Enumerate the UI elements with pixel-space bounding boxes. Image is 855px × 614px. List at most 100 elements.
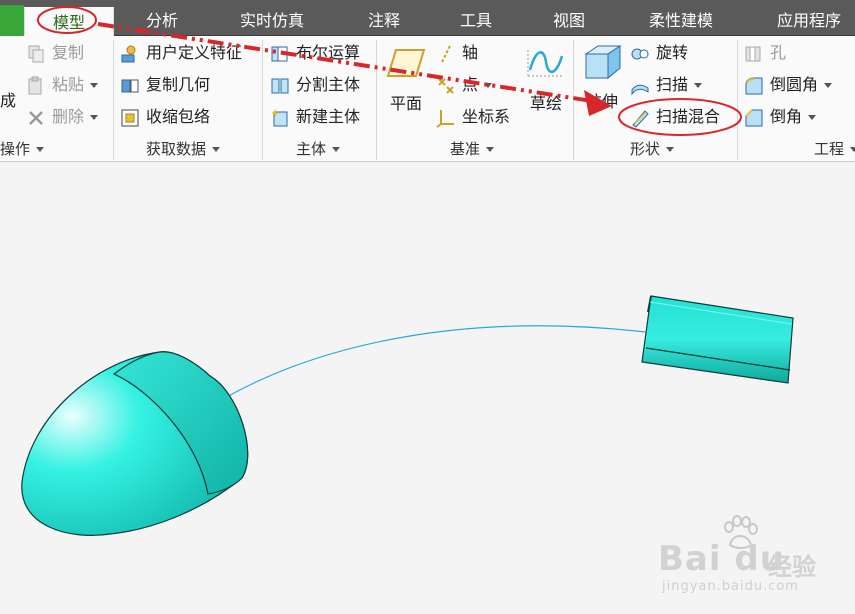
swept-blend-icon	[632, 109, 649, 128]
point-icon	[438, 77, 454, 94]
watermark-brand: Bai du	[658, 539, 785, 579]
tab-analysis[interactable]: 分析	[134, 7, 190, 36]
udf-icon	[121, 45, 136, 62]
get-data-group-label[interactable]: 获取数据	[146, 138, 221, 160]
get-data-group-dropdown-icon	[212, 147, 221, 152]
sweep-label: 扫描	[656, 75, 689, 94]
delete-icon	[29, 110, 43, 125]
delete-label: 删除	[52, 107, 85, 126]
group-divider	[737, 40, 738, 160]
delete-dropdown-icon[interactable]	[90, 115, 99, 120]
csys-icon	[436, 109, 454, 128]
boolean-operations-button[interactable]: 布尔运算	[270, 40, 360, 66]
shapes-group-label[interactable]: 形状	[630, 138, 675, 160]
sweep-dropdown-icon[interactable]	[694, 83, 703, 88]
shrinkwrap-label: 收缩包络	[146, 107, 211, 126]
chamfer-icon	[745, 108, 763, 126]
trajectory-curve[interactable]	[217, 325, 646, 403]
extrude-button[interactable]: 拉伸	[578, 42, 626, 112]
copy-geometry-label: 复制几何	[146, 75, 211, 94]
tab-view[interactable]: 视图	[541, 7, 597, 36]
menu-bar: 模型 分析 实时仿真 注释 工具 视图 柔性建模 应用程序	[0, 0, 855, 36]
copy-geometry-icon	[121, 79, 139, 92]
plane-icon	[386, 49, 426, 77]
point-label: 点	[462, 75, 479, 94]
hole-button[interactable]: 孔	[744, 40, 786, 66]
paste-icon	[28, 76, 42, 94]
tab-realtime-simulation[interactable]: 实时仿真	[226, 7, 318, 36]
partial-command-label[interactable]: 成	[0, 88, 16, 114]
baidu-watermark: Bai du 经验 jingyan.baidu.com	[640, 515, 840, 595]
body-group-dropdown-icon	[332, 147, 341, 152]
split-body-label: 分割主体	[296, 75, 361, 94]
watermark-url: jingyan.baidu.com	[662, 579, 799, 594]
nose-cone-body[interactable]	[21, 351, 249, 536]
chamfer-button[interactable]: 倒角	[744, 104, 817, 130]
round-dropdown-icon[interactable]	[824, 83, 833, 88]
new-body-icon	[271, 108, 288, 126]
datum-group-label[interactable]: 基准	[450, 138, 495, 160]
revolve-label: 旋转	[656, 43, 689, 62]
engineering-group-text: 工程	[814, 140, 845, 158]
udf-label: 用户定义特征	[146, 43, 243, 62]
get-data-group-text: 获取数据	[146, 140, 207, 158]
coordinate-system-button[interactable]: 坐标系	[436, 104, 510, 130]
operations-group-label[interactable]: 操作	[0, 138, 45, 160]
new-body-button[interactable]: 新建主体	[270, 104, 360, 130]
shapes-group-text: 形状	[630, 140, 661, 158]
hole-label: 孔	[770, 43, 787, 62]
section-tube[interactable]	[641, 295, 794, 384]
swept-blend-button[interactable]: 扫描混合	[630, 104, 720, 130]
revolve-button[interactable]: 旋转	[630, 40, 688, 66]
tab-flexible-modeling[interactable]: 柔性建模	[634, 7, 728, 36]
split-body-icon	[271, 78, 289, 93]
ribbon: 成 复制 粘贴 删除 操作 用户定义特征 复制几何 收缩包络 获取数据 布尔运算…	[0, 36, 855, 162]
chamfer-dropdown-icon[interactable]	[808, 115, 817, 120]
shrinkwrap-button[interactable]: 收缩包络	[120, 104, 210, 130]
csys-label: 坐标系	[462, 107, 511, 126]
point-dropdown-icon[interactable]	[484, 83, 493, 88]
copy-button[interactable]: 复制	[26, 40, 84, 66]
group-divider	[262, 40, 263, 160]
sweep-icon	[631, 84, 649, 96]
tab-annotate[interactable]: 注释	[356, 7, 412, 36]
sketch-button[interactable]: 草绘	[522, 46, 570, 114]
extrude-label: 拉伸	[585, 92, 618, 111]
round-label: 倒圆角	[770, 75, 819, 94]
datum-group-dropdown-icon	[486, 147, 495, 152]
watermark-cn: 经验	[768, 553, 816, 581]
paste-dropdown-icon[interactable]	[90, 83, 99, 88]
paste-button[interactable]: 粘贴	[26, 72, 99, 98]
group-divider	[113, 40, 114, 160]
group-divider	[573, 40, 574, 160]
datum-group-text: 基准	[450, 140, 481, 158]
body-group-label[interactable]: 主体	[296, 138, 341, 160]
shrinkwrap-icon	[121, 109, 139, 126]
extrude-icon	[584, 45, 622, 80]
file-menu-button[interactable]	[0, 5, 24, 36]
swept-blend-label: 扫描混合	[656, 107, 721, 126]
split-body-button[interactable]: 分割主体	[270, 72, 360, 98]
engineering-group-label[interactable]: 工程	[814, 138, 855, 160]
delete-button[interactable]: 删除	[26, 104, 99, 130]
point-button[interactable]: 点	[436, 72, 493, 98]
axis-icon	[441, 45, 451, 62]
copy-icon	[28, 45, 44, 62]
tab-applications[interactable]: 应用程序	[764, 7, 854, 36]
plane-button[interactable]: 平面	[384, 46, 428, 114]
sketch-label: 草绘	[529, 94, 562, 113]
plane-label: 平面	[389, 94, 422, 113]
tab-tools[interactable]: 工具	[448, 7, 504, 36]
user-defined-feature-button[interactable]: 用户定义特征	[120, 40, 242, 66]
body-group-text: 主体	[296, 140, 327, 158]
revolve-icon	[631, 48, 649, 59]
axis-label: 轴	[462, 43, 479, 62]
sweep-button[interactable]: 扫描	[630, 72, 703, 98]
boolean-icon	[271, 46, 288, 61]
boolean-label: 布尔运算	[296, 43, 361, 62]
axis-button[interactable]: 轴	[436, 40, 478, 66]
round-button[interactable]: 倒圆角	[744, 72, 833, 98]
copy-label: 复制	[52, 43, 85, 62]
tab-model[interactable]: 模型	[24, 7, 114, 36]
copy-geometry-button[interactable]: 复制几何	[120, 72, 210, 98]
